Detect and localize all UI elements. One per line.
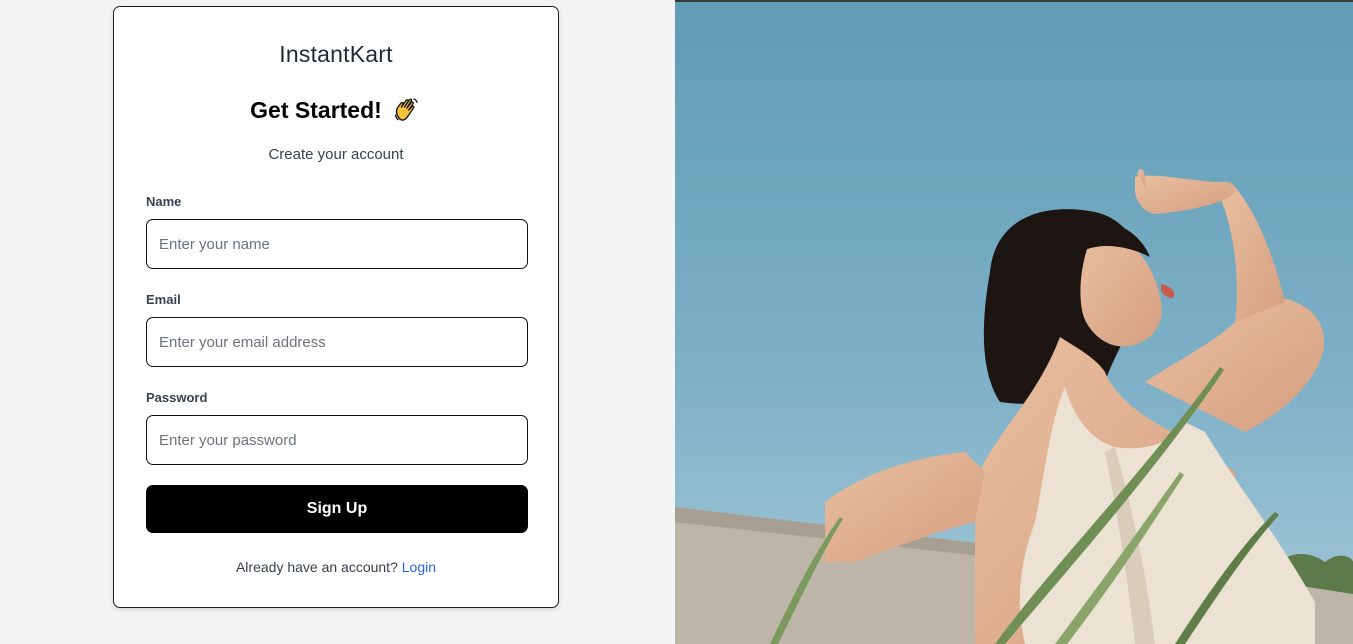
- waving-hand-icon: [392, 95, 422, 125]
- headline-text: Get Started!: [250, 96, 382, 123]
- login-link[interactable]: Login: [402, 559, 436, 575]
- login-prompt: Already have an account? Login: [114, 559, 558, 575]
- hero-photo: [675, 2, 1353, 644]
- login-prompt-text: Already have an account?: [235, 559, 398, 575]
- subtitle: Create your account: [268, 146, 404, 163]
- email-label: Email: [146, 292, 181, 307]
- sign-up-button[interactable]: Sign Up: [146, 485, 528, 533]
- signup-page: InstantKart Get Started! Create your acc…: [0, 0, 1353, 644]
- email-input[interactable]: [146, 317, 528, 367]
- form-pane: InstantKart Get Started! Create your acc…: [0, 0, 675, 644]
- name-input[interactable]: [146, 219, 528, 269]
- name-label: Name: [146, 194, 182, 209]
- headline: Get Started!: [114, 95, 558, 125]
- password-input[interactable]: [146, 415, 528, 465]
- signup-card: InstantKart Get Started! Create your acc…: [113, 6, 559, 608]
- password-label: Password: [146, 390, 208, 405]
- brand-name: InstantKart: [279, 41, 393, 67]
